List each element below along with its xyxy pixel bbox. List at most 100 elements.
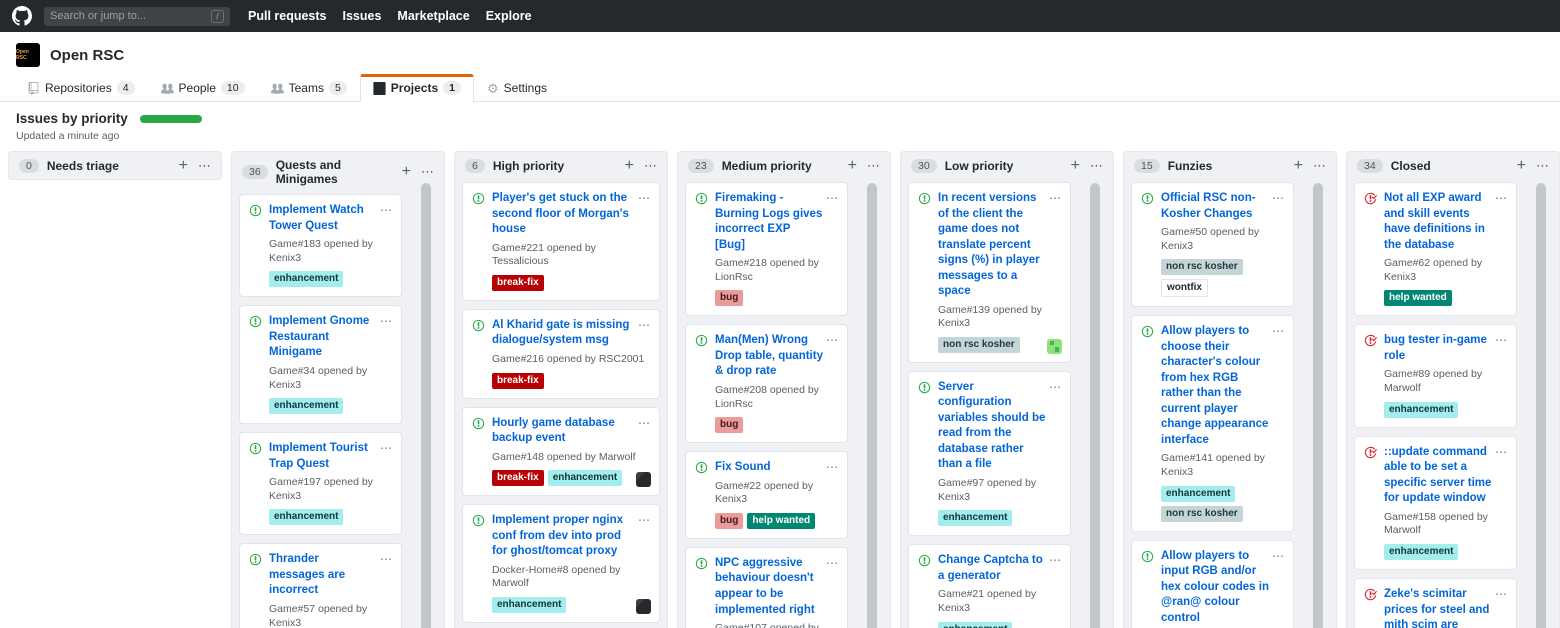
issue-card[interactable]: Server configuration variables should be…	[908, 371, 1071, 536]
card-menu-button[interactable]: ⋯	[1049, 191, 1061, 205]
issue-card[interactable]: Zeke's scimitar prices for steel and mit…	[1354, 578, 1517, 628]
issue-title-link[interactable]: Not all EXP award and skill events have …	[1384, 191, 1495, 253]
card-menu-button[interactable]: ⋯	[826, 191, 838, 205]
column-menu-button[interactable]: ⋯	[1313, 158, 1326, 174]
column-scrollbar[interactable]	[1090, 183, 1100, 628]
issue-card[interactable]: Implement Tourist Trap Quest⋯Game#197 op…	[239, 432, 402, 535]
issue-card[interactable]: Player's get stuck on the second floor o…	[462, 182, 660, 301]
tab-people[interactable]: People 10	[148, 74, 258, 102]
card-menu-button[interactable]: ⋯	[638, 191, 650, 205]
issue-card[interactable]: Thrander messages are incorrect⋯Game#57 …	[239, 543, 402, 628]
issue-card[interactable]: Allow players to choose their character'…	[1131, 315, 1294, 531]
issue-card[interactable]: Firemaking - Burning Logs gives incorrec…	[685, 182, 848, 316]
issue-card[interactable]: Al Kharid gate is missing dialogue/syste…	[462, 309, 660, 399]
card-menu-button[interactable]: ⋯	[1495, 191, 1507, 205]
add-card-button[interactable]: +	[402, 165, 411, 179]
issue-card[interactable]: NPC aggressive behaviour doesn't appear …	[685, 547, 848, 628]
search-input[interactable]	[50, 10, 207, 22]
issue-card[interactable]: Implement proper nginx conf from dev int…	[462, 504, 660, 623]
card-menu-button[interactable]: ⋯	[1495, 587, 1507, 601]
add-card-button[interactable]: +	[1294, 159, 1303, 173]
issue-title-link[interactable]: In recent versions of the client the gam…	[938, 191, 1049, 300]
column-menu-button[interactable]: ⋯	[644, 158, 657, 174]
card-menu-button[interactable]: ⋯	[1272, 324, 1284, 338]
issue-title-link[interactable]: Implement Tourist Trap Quest	[269, 441, 380, 472]
card-menu-button[interactable]: ⋯	[638, 513, 650, 527]
issue-title-link[interactable]: Man(Men) Wrong Drop table, quantity & dr…	[715, 333, 826, 380]
issue-title-link[interactable]: Change Captcha to a generator	[938, 553, 1049, 584]
issue-title-link[interactable]: NPC aggressive behaviour doesn't appear …	[715, 556, 826, 618]
column-menu-button[interactable]: ⋯	[867, 158, 880, 174]
tab-settings[interactable]: ⚙ Settings	[474, 74, 560, 102]
issue-title-link[interactable]: Official RSC non-Kosher Changes	[1161, 191, 1272, 222]
card-menu-button[interactable]: ⋯	[1049, 553, 1061, 567]
card-menu-button[interactable]: ⋯	[380, 203, 392, 217]
issue-card[interactable]: Hourly game database backup event⋯Game#1…	[462, 407, 660, 497]
column-scrollbar[interactable]	[1313, 183, 1323, 628]
card-menu-button[interactable]: ⋯	[826, 333, 838, 347]
issue-card[interactable]: Implement Watch Tower Quest⋯Game#183 ope…	[239, 194, 402, 297]
issue-card[interactable]: Fix Sound⋯Game#22 opened by Kenix3bughel…	[685, 451, 848, 539]
github-logo-icon[interactable]	[12, 6, 32, 26]
nav-link-explore[interactable]: Explore	[486, 9, 532, 23]
board: 0Needs triage+⋯36Quests and Minigames+⋯I…	[0, 144, 1560, 628]
column-menu-button[interactable]: ⋯	[421, 164, 434, 180]
issue-title-link[interactable]: Implement Watch Tower Quest	[269, 203, 380, 234]
issue-title-link[interactable]: Fix Sound	[715, 460, 826, 476]
issue-title-link[interactable]: Thrander messages are incorrect	[269, 552, 380, 599]
issue-title-link[interactable]: Zeke's scimitar prices for steel and mit…	[1384, 587, 1495, 628]
column-scrollbar[interactable]	[1536, 183, 1546, 628]
issue-title-link[interactable]: Allow players to choose their character'…	[1161, 324, 1272, 448]
issue-title-link[interactable]: Firemaking - Burning Logs gives incorrec…	[715, 191, 826, 253]
add-card-button[interactable]: +	[625, 159, 634, 173]
column-scrollbar[interactable]	[867, 183, 877, 628]
issue-title-link[interactable]: Implement proper nginx conf from dev int…	[492, 513, 638, 560]
issue-title-link[interactable]: Player's get stuck on the second floor o…	[492, 191, 638, 238]
column-menu-button[interactable]: ⋯	[1536, 158, 1549, 174]
card-menu-button[interactable]: ⋯	[638, 416, 650, 430]
issue-card[interactable]: In recent versions of the client the gam…	[908, 182, 1071, 363]
issue-card[interactable]: Implement Gnome Restaurant Minigame⋯Game…	[239, 305, 402, 424]
card-menu-button[interactable]: ⋯	[1495, 445, 1507, 459]
card-menu-button[interactable]: ⋯	[1272, 549, 1284, 563]
add-card-button[interactable]: +	[1071, 159, 1080, 173]
issue-title-link[interactable]: Al Kharid gate is missing dialogue/syste…	[492, 318, 638, 349]
column-menu-button[interactable]: ⋯	[198, 158, 211, 174]
issue-card[interactable]: Official RSC non-Kosher Changes⋯Game#50 …	[1131, 182, 1294, 307]
project-title[interactable]: Issues by priority	[16, 111, 128, 126]
nav-link-issues[interactable]: Issues	[343, 9, 382, 23]
card-menu-button[interactable]: ⋯	[380, 552, 392, 566]
add-card-button[interactable]: +	[1517, 159, 1526, 173]
card-menu-button[interactable]: ⋯	[638, 318, 650, 332]
issue-title-link[interactable]: Implement Gnome Restaurant Minigame	[269, 314, 380, 361]
issue-title-link[interactable]: ::update command able to be set a specif…	[1384, 445, 1495, 507]
column-menu-button[interactable]: ⋯	[1090, 158, 1103, 174]
card-menu-button[interactable]: ⋯	[380, 441, 392, 455]
issue-title-link[interactable]: Allow players to input RGB and/or hex co…	[1161, 549, 1272, 627]
card-menu-button[interactable]: ⋯	[1049, 380, 1061, 394]
issue-card[interactable]: Man(Men) Wrong Drop table, quantity & dr…	[685, 324, 848, 443]
issue-title-link[interactable]: Server configuration variables should be…	[938, 380, 1049, 473]
issue-card[interactable]: bug tester in-game role⋯Game#89 opened b…	[1354, 324, 1517, 427]
tab-projects[interactable]: Projects 1	[360, 74, 474, 102]
tab-repositories[interactable]: Repositories 4	[14, 74, 148, 102]
issue-card[interactable]: Change Captcha to a generator⋯Game#21 op…	[908, 544, 1071, 628]
column-scrollbar[interactable]	[421, 183, 431, 628]
org-avatar[interactable]: Open RSC	[16, 43, 40, 67]
issue-title-link[interactable]: Hourly game database backup event	[492, 416, 638, 447]
card-menu-button[interactable]: ⋯	[826, 556, 838, 570]
issue-card[interactable]: Not all EXP award and skill events have …	[1354, 182, 1517, 316]
card-menu-button[interactable]: ⋯	[826, 460, 838, 474]
card-menu-button[interactable]: ⋯	[1495, 333, 1507, 347]
tab-teams[interactable]: Teams 5	[258, 74, 360, 102]
card-menu-button[interactable]: ⋯	[1272, 191, 1284, 205]
issue-title-link[interactable]: bug tester in-game role	[1384, 333, 1495, 364]
add-card-button[interactable]: +	[848, 159, 857, 173]
card-menu-button[interactable]: ⋯	[380, 314, 392, 328]
nav-link-pull-requests[interactable]: Pull requests	[248, 9, 327, 23]
nav-link-marketplace[interactable]: Marketplace	[397, 9, 469, 23]
issue-card[interactable]: Allow players to input RGB and/or hex co…	[1131, 540, 1294, 628]
assignee-avatar	[1047, 339, 1062, 354]
issue-card[interactable]: ::update command able to be set a specif…	[1354, 436, 1517, 570]
add-card-button[interactable]: +	[179, 159, 188, 173]
